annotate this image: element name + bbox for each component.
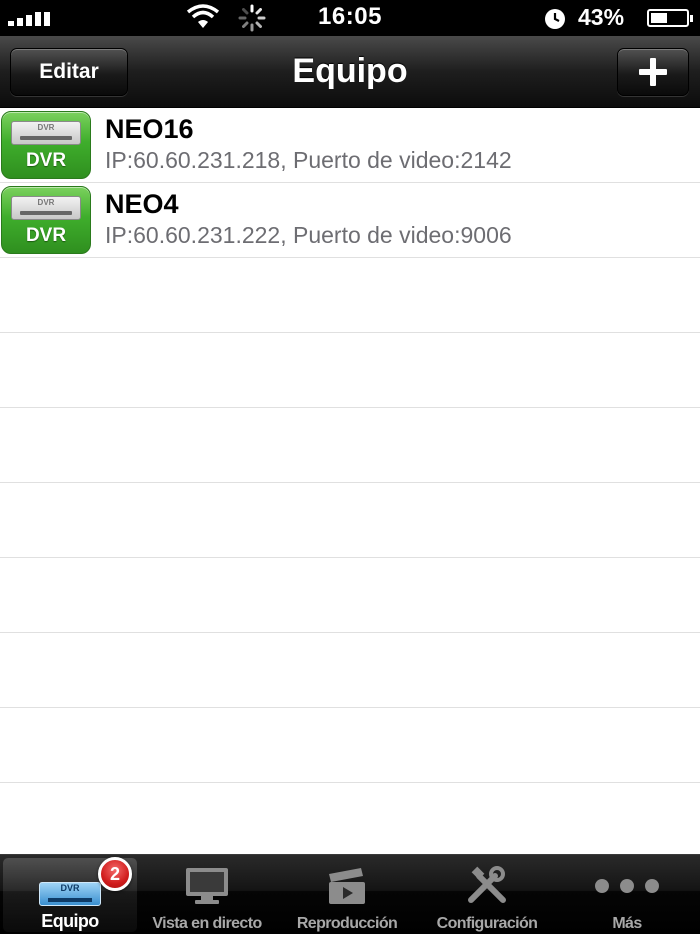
tools-icon [465,866,509,905]
battery-percentage: 43% [578,4,625,30]
battery-icon [647,9,693,27]
list-item[interactable]: DVR DVR NEO16 IP:60.60.231.218, Puerto d… [0,108,700,183]
monitor-icon [183,867,231,905]
tab-reproduccion[interactable]: Reproducción [277,855,417,934]
tab-label: Vista en directo [152,915,262,932]
more-dots-icon [592,867,662,905]
clock-icon [545,9,565,29]
dvr-mini-label: DVR [37,198,55,207]
tab-bar: DVR 2 Equipo Vista en directo Reproducci [0,854,700,934]
tab-label: Configuración [436,915,538,932]
tab-label: Equipo [41,911,99,931]
tab-vista-en-directo[interactable]: Vista en directo [137,855,277,934]
plus-icon [639,58,667,86]
tab-equipo[interactable]: DVR 2 Equipo [3,857,137,932]
device-list: DVR DVR NEO16 IP:60.60.231.218, Puerto d… [0,108,700,854]
dvr-mini-label: DVR [37,123,55,132]
dvr-icon-label: DVR [25,225,67,246]
dvr-device-icon: DVR [11,196,81,220]
device-name: NEO4 [105,189,179,219]
dvr-device-icon: DVR [11,121,81,145]
page-title: Equipo [292,52,408,90]
device-name: NEO16 [105,114,194,144]
navigation-bar: Editar Equipo [0,36,700,108]
dvr-icon: DVR DVR [1,186,91,254]
battery-fill [651,13,668,23]
tab-mas[interactable]: Más [557,855,697,934]
tab-label: Más [612,915,642,932]
dvr-icon-label: DVR [25,150,67,171]
film-play-icon [325,867,369,905]
dvr-icon: DVR DVR [1,111,91,179]
dvr-icon: DVR [39,870,101,908]
notification-badge: 2 [98,857,132,891]
device-detail: IP:60.60.231.222, Puerto de video:9006 [105,222,512,248]
add-device-button[interactable] [617,48,689,96]
tab-dvr-mini-label: DVR [60,883,80,893]
device-detail: IP:60.60.231.218, Puerto de video:2142 [105,147,512,173]
status-bar: 16:05 43% [0,0,700,36]
tab-configuracion[interactable]: Configuración [417,855,557,934]
list-item[interactable]: DVR DVR NEO4 IP:60.60.231.222, Puerto de… [0,183,700,258]
tab-label: Reproducción [296,915,398,932]
